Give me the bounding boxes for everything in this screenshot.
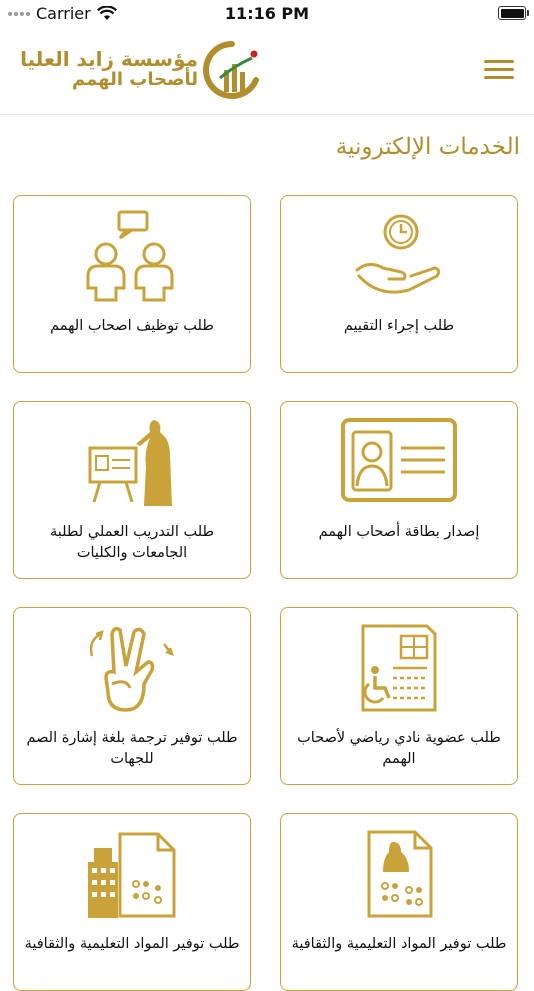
section-title: الخدمات الإلكترونية	[335, 134, 520, 160]
service-card-employment[interactable]: طلب توظيف اصحاب الهمم	[13, 195, 251, 373]
service-label: طلب التدريب العملي لطلبة الجامعات والكلي…	[49, 524, 215, 561]
service-card-training[interactable]: طلب التدريب العملي لطلبة الجامعات والكلي…	[13, 401, 251, 579]
service-card-id-card[interactable]: إصدار بطاقة أصحاب الهمم	[280, 401, 518, 579]
service-label: طلب إجراء التقييم	[343, 318, 455, 334]
service-card-educational-materials-1[interactable]: طلب توفير المواد التعليمية والثقافية	[280, 813, 518, 991]
logo-line-2: لأصحاب الهمم	[72, 69, 198, 90]
service-label: طلب توفير المواد التعليمية والثقافية	[24, 936, 240, 952]
logo-text: مؤسسة زايد العليا لأصحاب الهمم	[8, 48, 198, 90]
status-bar: Carrier 11:16 PM	[0, 0, 534, 28]
hamburger-line	[484, 76, 514, 79]
wheelchair-document-icon	[361, 624, 437, 712]
service-card-assessment[interactable]: طلب إجراء التقييم	[280, 195, 518, 373]
service-label: طلب توظيف اصحاب الهمم	[50, 318, 214, 334]
building-braille-icon	[88, 832, 176, 918]
service-label: طلب عضوية نادي رياضي لأصحاب الهمم	[297, 730, 501, 767]
service-label: إصدار بطاقة أصحاب الهمم	[318, 524, 480, 540]
logo-mark-icon	[203, 41, 259, 99]
logo-line-1: مؤسسة زايد العليا	[20, 47, 198, 71]
app-logo[interactable]: مؤسسة زايد العليا لأصحاب الهمم	[8, 40, 260, 102]
battery-icon	[498, 6, 529, 20]
hamburger-line	[484, 68, 514, 71]
braille-document-icon	[367, 830, 433, 918]
presentation-board-icon	[88, 420, 172, 506]
service-card-sign-language[interactable]: طلب توفير ترجمة بلغة إشارة الصم للجهات	[13, 607, 251, 785]
service-card-educational-materials-2[interactable]: طلب توفير المواد التعليمية والثقافية	[13, 813, 251, 991]
service-label: طلب توفير المواد التعليمية والثقافية	[291, 936, 507, 952]
service-label: طلب توفير ترجمة بلغة إشارة الصم للجهات	[26, 730, 238, 767]
app-header: مؤسسة زايد العليا لأصحاب الهمم	[0, 28, 534, 115]
hand-clock-icon	[355, 214, 441, 294]
id-card-icon	[341, 418, 457, 502]
people-chat-icon	[86, 210, 174, 302]
service-card-sports-club[interactable]: طلب عضوية نادي رياضي لأصحاب الهمم	[280, 607, 518, 785]
menu-button[interactable]	[484, 58, 518, 82]
hamburger-menu-icon	[484, 60, 514, 63]
sign-language-hand-icon	[89, 626, 174, 712]
status-time: 11:16 PM	[224, 4, 310, 23]
